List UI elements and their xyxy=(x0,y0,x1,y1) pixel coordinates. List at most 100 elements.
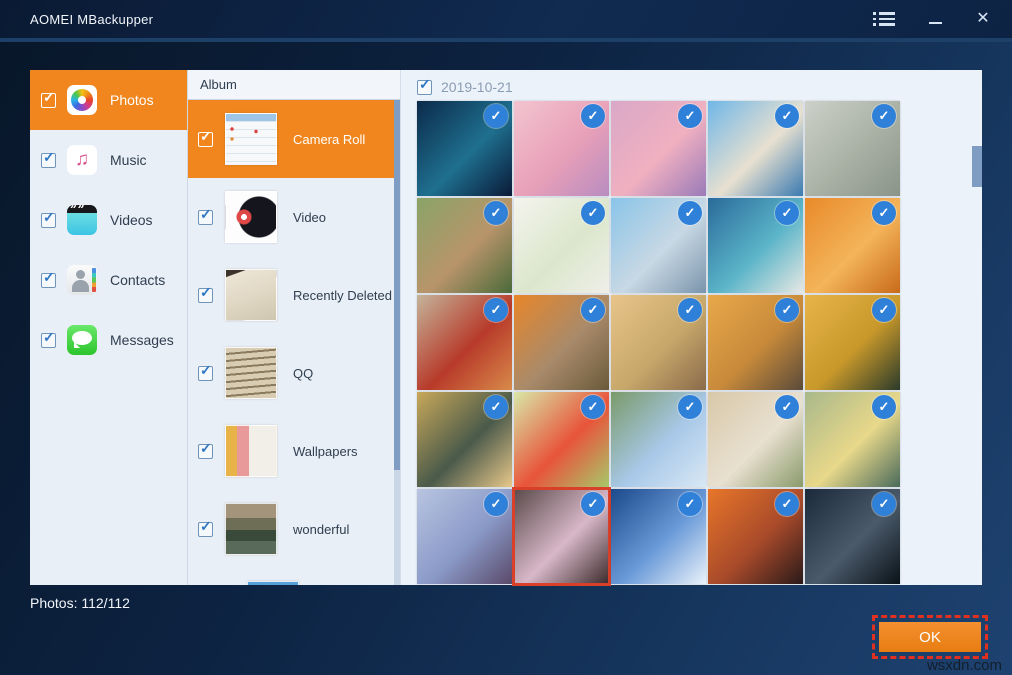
sidebar-checkbox-messages[interactable] xyxy=(41,333,56,348)
photo-selected-check-icon[interactable]: ✓ xyxy=(775,104,799,128)
sidebar-checkbox-photos[interactable] xyxy=(41,93,56,108)
autumn-cottage-photo[interactable]: ✓ xyxy=(805,295,900,390)
photo-selected-check-icon[interactable]: ✓ xyxy=(484,298,508,322)
album-item-recently-deleted[interactable]: Recently Deleted xyxy=(188,256,400,334)
yellow-rose-photo[interactable]: ✓ xyxy=(805,392,900,487)
riverside-city-photo[interactable]: ✓ xyxy=(708,101,803,196)
sidebar-item-label: Messages xyxy=(110,332,174,348)
photo-selected-check-icon[interactable]: ✓ xyxy=(678,298,702,322)
pink-sunset-sky-photo[interactable]: ✓ xyxy=(514,101,609,196)
photo-selected-check-icon[interactable]: ✓ xyxy=(678,201,702,225)
mini-planet-photo[interactable]: ✓ xyxy=(611,489,706,584)
gray-road-photo[interactable]: ✓ xyxy=(805,101,900,196)
album-column: Album Camera Roll Video Recently Deleted QQ… xyxy=(188,70,401,585)
album-item-wonderful[interactable]: wonderful xyxy=(188,490,400,568)
grid-scrollbar-thumb[interactable] xyxy=(972,146,982,187)
album-item-partially-visible[interactable] xyxy=(188,568,400,585)
stone-lantern-photo[interactable]: ✓ xyxy=(514,295,609,390)
sidebar-checkbox-contacts[interactable] xyxy=(41,273,56,288)
album-scrollbar-track[interactable] xyxy=(394,470,400,585)
photo-selected-check-icon[interactable]: ✓ xyxy=(581,492,605,516)
videos-app-icon xyxy=(67,205,97,235)
photo-selected-check-icon[interactable]: ✓ xyxy=(484,492,508,516)
photo-selected-check-icon[interactable]: ✓ xyxy=(484,201,508,225)
album-checkbox-video[interactable] xyxy=(198,210,213,225)
album-item-camera-roll[interactable]: Camera Roll xyxy=(188,100,400,178)
album-checkbox-wonderful[interactable] xyxy=(198,522,213,537)
titlebar-buttons: ✕ xyxy=(876,8,994,30)
photo-selected-check-icon[interactable]: ✓ xyxy=(581,104,605,128)
album-checkbox-camera-roll[interactable] xyxy=(198,132,213,147)
red-maple-leaves-photo[interactable]: ✓ xyxy=(417,295,512,390)
seaside-resort-photo[interactable]: ✓ xyxy=(708,198,803,293)
album-checkbox-wallpapers[interactable] xyxy=(198,444,213,459)
photo-selected-check-icon[interactable]: ✓ xyxy=(872,395,896,419)
photo-selected-check-icon[interactable]: ✓ xyxy=(775,298,799,322)
photo-selected-check-icon[interactable]: ✓ xyxy=(775,492,799,516)
album-checkbox-recently-deleted[interactable] xyxy=(198,288,213,303)
sunset-street-photo[interactable]: ✓ xyxy=(708,489,803,584)
sidebar-item-videos[interactable]: Videos xyxy=(30,190,187,250)
night-street-photo[interactable]: ✓ xyxy=(805,489,900,584)
mountain-road-photo[interactable]: ✓ xyxy=(417,489,512,584)
album-item-label: Camera Roll xyxy=(293,132,365,147)
sidebar-item-messages[interactable]: Messages xyxy=(30,310,187,370)
date-group-checkbox[interactable] xyxy=(417,80,432,95)
sidebar-item-music[interactable]: ♫Music xyxy=(30,130,187,190)
sidebar-item-label: Photos xyxy=(110,92,154,108)
illustrated-house-photo[interactable]: ✓ xyxy=(417,198,512,293)
photo-selected-check-icon[interactable]: ✓ xyxy=(872,201,896,225)
photo-grid: ✓ ✓ ✓ ✓ ✓ ✓ ✓ ✓ ✓ ✓ ✓ ✓ ✓ ✓ ✓ ✓ ✓ ✓ ✓ ✓ ✓ ✓ ✓ ✓ ✓ xyxy=(417,101,900,584)
date-group-header: 2019-10-21 xyxy=(417,76,982,98)
photo-selected-check-icon[interactable]: ✓ xyxy=(678,492,702,516)
autumn-tree-photo[interactable]: ✓ xyxy=(417,392,512,487)
album-item-wallpapers[interactable]: Wallpapers xyxy=(188,412,400,490)
photos-app-icon xyxy=(67,85,97,115)
wooden-lantern-photo[interactable]: ✓ xyxy=(611,295,706,390)
ok-button-highlight-frame: OK xyxy=(872,615,988,659)
album-item-label: QQ xyxy=(293,366,313,381)
photo-selected-check-icon[interactable]: ✓ xyxy=(872,298,896,322)
minimize-icon[interactable] xyxy=(924,8,946,30)
window-title: AOMEI MBackupper xyxy=(30,12,153,27)
deer-tree-art-photo[interactable]: ✓ xyxy=(514,198,609,293)
photo-selected-check-icon[interactable]: ✓ xyxy=(484,104,508,128)
photo-selected-check-icon[interactable]: ✓ xyxy=(872,492,896,516)
orange-maple-photo[interactable]: ✓ xyxy=(805,198,900,293)
photo-selected-check-icon[interactable]: ✓ xyxy=(581,395,605,419)
album-checkbox-qq[interactable] xyxy=(198,366,213,381)
music-app-icon: ♫ xyxy=(67,145,97,175)
menu-list-glyph xyxy=(879,12,895,26)
photo-selected-check-icon[interactable]: ✓ xyxy=(775,395,799,419)
album-item-qq[interactable]: QQ xyxy=(188,334,400,412)
shanghai-skyline-photo[interactable]: ✓ xyxy=(611,198,706,293)
close-icon[interactable]: ✕ xyxy=(972,8,994,30)
date-group-label: 2019-10-21 xyxy=(441,79,513,95)
dried-flower-photo[interactable]: ✓ xyxy=(708,392,803,487)
photo-selected-check-icon[interactable]: ✓ xyxy=(581,201,605,225)
album-scrollbar-thumb[interactable] xyxy=(394,100,400,470)
sidebar-item-contacts[interactable]: Contacts xyxy=(30,250,187,310)
night-city-photo[interactable]: ✓ xyxy=(417,101,512,196)
photo-selected-check-icon[interactable]: ✓ xyxy=(872,104,896,128)
sidebar-item-photos[interactable]: Photos xyxy=(30,70,187,130)
photo-selected-check-icon[interactable]: ✓ xyxy=(678,395,702,419)
blossom-wall-photo[interactable]: ✓ xyxy=(514,489,609,584)
sky-through-leaves-photo[interactable]: ✓ xyxy=(611,392,706,487)
ok-button[interactable]: OK xyxy=(879,622,981,652)
photo-selected-check-icon[interactable]: ✓ xyxy=(775,201,799,225)
photo-selected-check-icon[interactable]: ✓ xyxy=(484,395,508,419)
photo-selected-check-icon[interactable]: ✓ xyxy=(678,104,702,128)
sidebar-checkbox-music[interactable] xyxy=(41,153,56,168)
sidebar-checkbox-videos[interactable] xyxy=(41,213,56,228)
purple-clouds-photo[interactable]: ✓ xyxy=(611,101,706,196)
photo-selected-check-icon[interactable]: ✓ xyxy=(581,298,605,322)
album-column-header: Album xyxy=(188,70,400,100)
hand-with-leaf-photo[interactable]: ✓ xyxy=(514,392,609,487)
album-item-label: Recently Deleted xyxy=(293,288,392,303)
album-item-video[interactable]: Video xyxy=(188,178,400,256)
autumn-garden-photo[interactable]: ✓ xyxy=(708,295,803,390)
menu-list-icon[interactable] xyxy=(876,8,898,30)
album-thumbnail-partial xyxy=(247,581,299,585)
main-content: Photos ♫MusicVideosContacts Messages Album… xyxy=(30,70,982,585)
